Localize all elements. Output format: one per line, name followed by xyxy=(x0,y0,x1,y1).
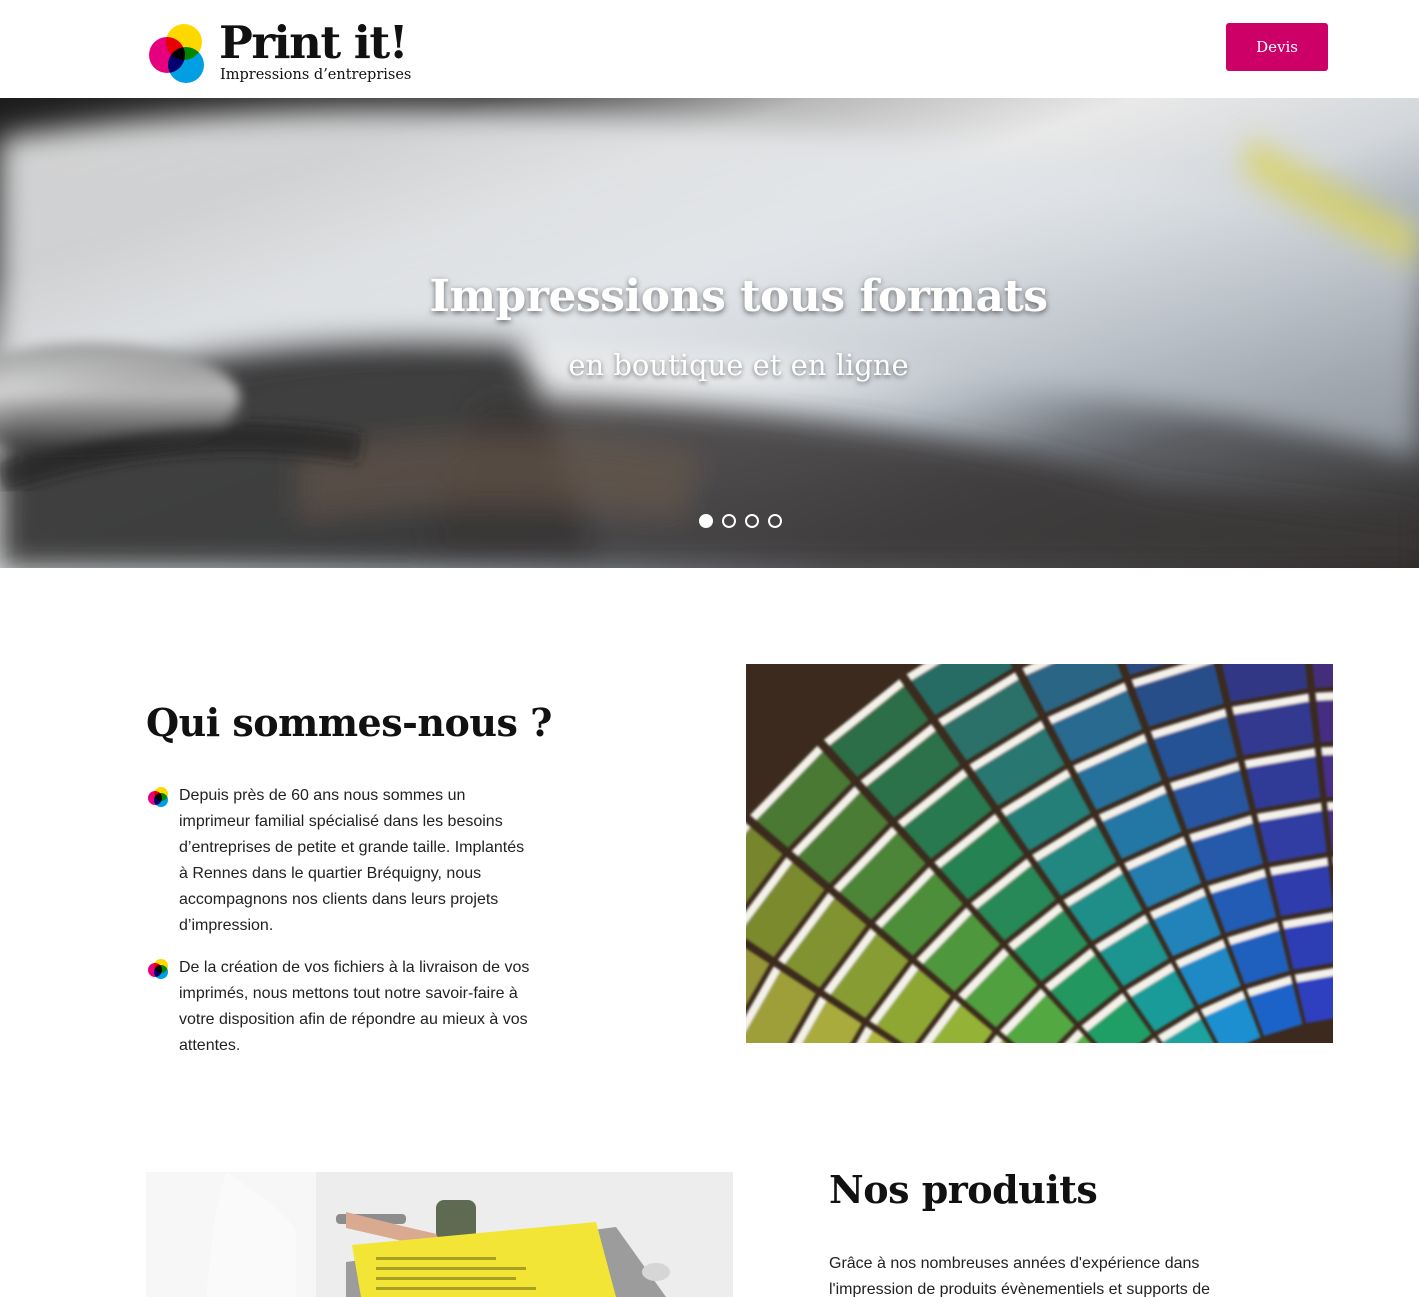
carousel-dot-3[interactable] xyxy=(745,514,759,528)
products-image xyxy=(146,1172,733,1297)
about-title: Qui sommes-nous ? xyxy=(146,700,552,745)
logo-subtitle: Impressions d’entreprises xyxy=(220,67,412,83)
products-text: Grâce à nos nombreuses années d'expérien… xyxy=(829,1255,1211,1297)
carousel-dot-4[interactable] xyxy=(768,514,782,528)
color-swatch-fan xyxy=(746,664,1333,1043)
cmyk-logo-icon xyxy=(149,24,204,83)
hero-carousel: Impressions tous formats en boutique et … xyxy=(0,98,1419,568)
hero-title: Impressions tous formats xyxy=(429,271,1048,322)
products-title: Nos produits xyxy=(829,1167,1098,1212)
about-list-item: De la création de vos fichiers à la livr… xyxy=(146,955,536,1059)
cmyk-circles-icon xyxy=(148,787,168,807)
hero-subtitle: en boutique et en ligne xyxy=(568,348,909,382)
carousel-dot-2[interactable] xyxy=(722,514,736,528)
cmyk-circles-icon xyxy=(148,959,168,979)
site-header: Print it! Impressions d’entreprises Devi… xyxy=(0,0,1419,98)
carousel-dot-1[interactable] xyxy=(699,514,713,528)
devis-button[interactable]: Devis xyxy=(1226,23,1328,71)
carousel-indicators xyxy=(699,514,782,528)
color-swatch-image xyxy=(746,664,1333,1043)
hero-background-image xyxy=(0,110,1419,568)
catalog-photo xyxy=(146,1172,733,1297)
about-item-text: Depuis près de 60 ans nous sommes un imp… xyxy=(179,787,525,934)
about-list: Depuis près de 60 ans nous sommes un imp… xyxy=(146,783,536,1075)
site-logo[interactable]: Print it! Impressions d’entreprises xyxy=(146,16,416,86)
logo-title: Print it! xyxy=(219,16,408,69)
about-item-text: De la création de vos fichiers à la livr… xyxy=(179,959,530,1054)
about-list-item: Depuis près de 60 ans nous sommes un imp… xyxy=(146,783,536,939)
